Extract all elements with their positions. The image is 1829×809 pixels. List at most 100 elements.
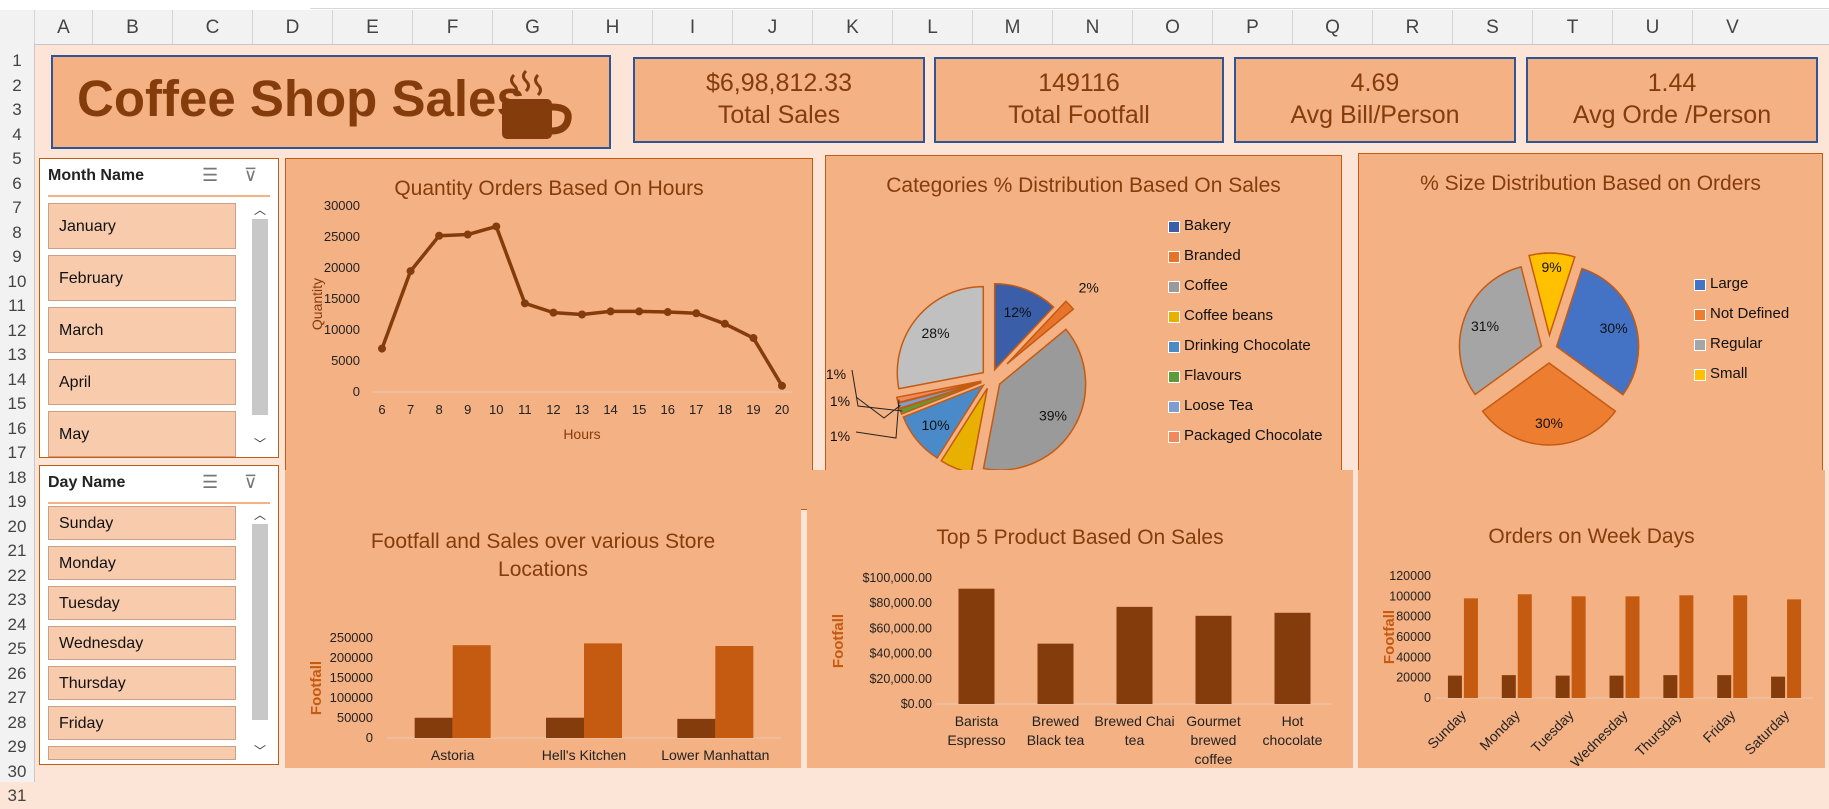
multi-select-icon[interactable]: ☰ (202, 472, 218, 493)
slicer-item-month[interactable]: May (48, 411, 236, 457)
slicer-item-month[interactable]: April (48, 359, 236, 405)
slicer-scrollbar[interactable]: ︿ ﹀ (250, 504, 270, 762)
column-header[interactable]: K (812, 10, 892, 44)
column-header[interactable]: N (1052, 10, 1132, 44)
row-header[interactable]: 3 (0, 97, 34, 123)
bar[interactable] (1517, 594, 1532, 698)
row-header[interactable]: 30 (0, 759, 34, 785)
row-header[interactable]: 25 (0, 636, 34, 662)
bar[interactable] (715, 646, 754, 738)
slicer-item-day[interactable]: Thursday (48, 666, 236, 700)
bar[interactable] (1037, 643, 1074, 704)
column-header[interactable]: U (1612, 10, 1692, 44)
slicer-item-day[interactable]: Sunday (48, 506, 236, 540)
clear-filter-icon[interactable]: ⊽ (244, 165, 257, 186)
row-header[interactable]: 10 (0, 269, 34, 295)
row-header[interactable]: 18 (0, 465, 34, 491)
bar[interactable] (1116, 606, 1153, 704)
bar[interactable] (546, 717, 584, 738)
column-header[interactable]: O (1132, 10, 1212, 44)
scroll-thumb[interactable] (252, 219, 268, 415)
scroll-down-icon[interactable]: ﹀ (250, 435, 270, 452)
scroll-down-icon[interactable]: ﹀ (250, 742, 270, 759)
bar[interactable] (958, 588, 995, 704)
column-header[interactable]: L (892, 10, 972, 44)
row-header[interactable]: 26 (0, 661, 34, 687)
column-header[interactable]: I (652, 10, 732, 44)
multi-select-icon[interactable]: ☰ (202, 165, 218, 186)
column-header[interactable]: S (1452, 10, 1532, 44)
row-header[interactable]: 5 (0, 146, 34, 172)
column-header[interactable]: B (92, 10, 172, 44)
row-header[interactable]: 21 (0, 538, 34, 564)
row-header[interactable]: 31 (0, 783, 34, 809)
bar[interactable] (584, 643, 622, 738)
row-header[interactable]: 6 (0, 171, 34, 197)
slicer-item-day[interactable]: Monday (48, 546, 236, 580)
bar[interactable] (1195, 615, 1232, 704)
row-header[interactable]: 28 (0, 710, 34, 736)
row-header[interactable]: 7 (0, 195, 34, 221)
column-header[interactable]: T (1532, 10, 1612, 44)
row-header[interactable]: 13 (0, 342, 34, 368)
row-header[interactable]: 17 (0, 440, 34, 466)
column-header[interactable]: F (412, 10, 492, 44)
bar[interactable] (1663, 675, 1678, 698)
slicer-item-partial[interactable] (48, 746, 236, 760)
bar[interactable] (1717, 675, 1732, 698)
bar[interactable] (1787, 599, 1802, 698)
row-header[interactable]: 22 (0, 563, 34, 589)
row-header[interactable]: 2 (0, 73, 34, 99)
top-products-bar-chart[interactable]: Top 5 Product Based On Sales $0.00 $20,000… (807, 470, 1353, 768)
bar[interactable] (1625, 596, 1640, 698)
row-header[interactable]: 8 (0, 220, 34, 246)
bar[interactable] (1571, 596, 1586, 698)
column-header[interactable]: E (332, 10, 412, 44)
bar[interactable] (1555, 675, 1570, 698)
formula-bar[interactable] (310, 0, 1829, 9)
column-header[interactable]: C (172, 10, 252, 44)
row-header[interactable]: 12 (0, 318, 34, 344)
weekday-bar-chart[interactable]: Orders on Week Days 0 20000 40000 60000 80000… (1358, 470, 1825, 768)
row-header[interactable]: 14 (0, 367, 34, 393)
column-header[interactable]: M (972, 10, 1052, 44)
bar[interactable] (1771, 676, 1786, 698)
column-header[interactable]: D (252, 10, 332, 44)
bar[interactable] (677, 718, 716, 738)
bar[interactable] (1609, 675, 1624, 698)
size-pie-chart[interactable]: % Size Distribution Based on Orders 30% 3… (1358, 153, 1823, 507)
bar[interactable] (1733, 595, 1748, 698)
row-header[interactable]: 1 (0, 48, 34, 74)
bar[interactable] (1447, 675, 1462, 698)
column-header[interactable]: P (1212, 10, 1292, 44)
row-header[interactable]: 9 (0, 244, 34, 270)
bar[interactable] (1679, 595, 1694, 698)
row-header[interactable]: 16 (0, 416, 34, 442)
scroll-up-icon[interactable]: ︿ (250, 201, 270, 218)
month-slicer[interactable]: Month Name ☰ ⊽ January February March Ap… (39, 158, 279, 458)
row-header[interactable]: 19 (0, 489, 34, 515)
column-header[interactable]: G (492, 10, 572, 44)
column-header[interactable]: J (732, 10, 812, 44)
slicer-item-day[interactable]: Friday (48, 706, 236, 740)
bar[interactable] (1274, 612, 1311, 704)
scroll-up-icon[interactable]: ︿ (250, 506, 270, 523)
row-header[interactable]: 11 (0, 293, 34, 319)
row-header[interactable]: 29 (0, 734, 34, 760)
column-header[interactable]: A (34, 10, 92, 44)
column-header[interactable]: H (572, 10, 652, 44)
slicer-item-day[interactable]: Tuesday (48, 586, 236, 620)
scroll-thumb[interactable] (252, 524, 268, 720)
hours-line-chart[interactable]: Quantity Orders Based On Hours 0 5000 1000… (285, 158, 813, 510)
store-bar-chart[interactable]: Footfall and Sales over various Store Loc… (285, 470, 801, 768)
column-header[interactable]: R (1372, 10, 1452, 44)
row-header[interactable]: 20 (0, 514, 34, 540)
column-header[interactable]: V (1692, 10, 1772, 44)
slicer-item-month[interactable]: February (48, 255, 236, 301)
row-header[interactable]: 24 (0, 612, 34, 638)
slicer-scrollbar[interactable]: ︿ ﹀ (250, 199, 270, 455)
clear-filter-icon[interactable]: ⊽ (244, 472, 257, 493)
row-header[interactable]: 27 (0, 685, 34, 711)
bar[interactable] (452, 645, 491, 738)
day-slicer[interactable]: Day Name ☰ ⊽ Sunday Monday Tuesday Wedne… (39, 465, 279, 765)
